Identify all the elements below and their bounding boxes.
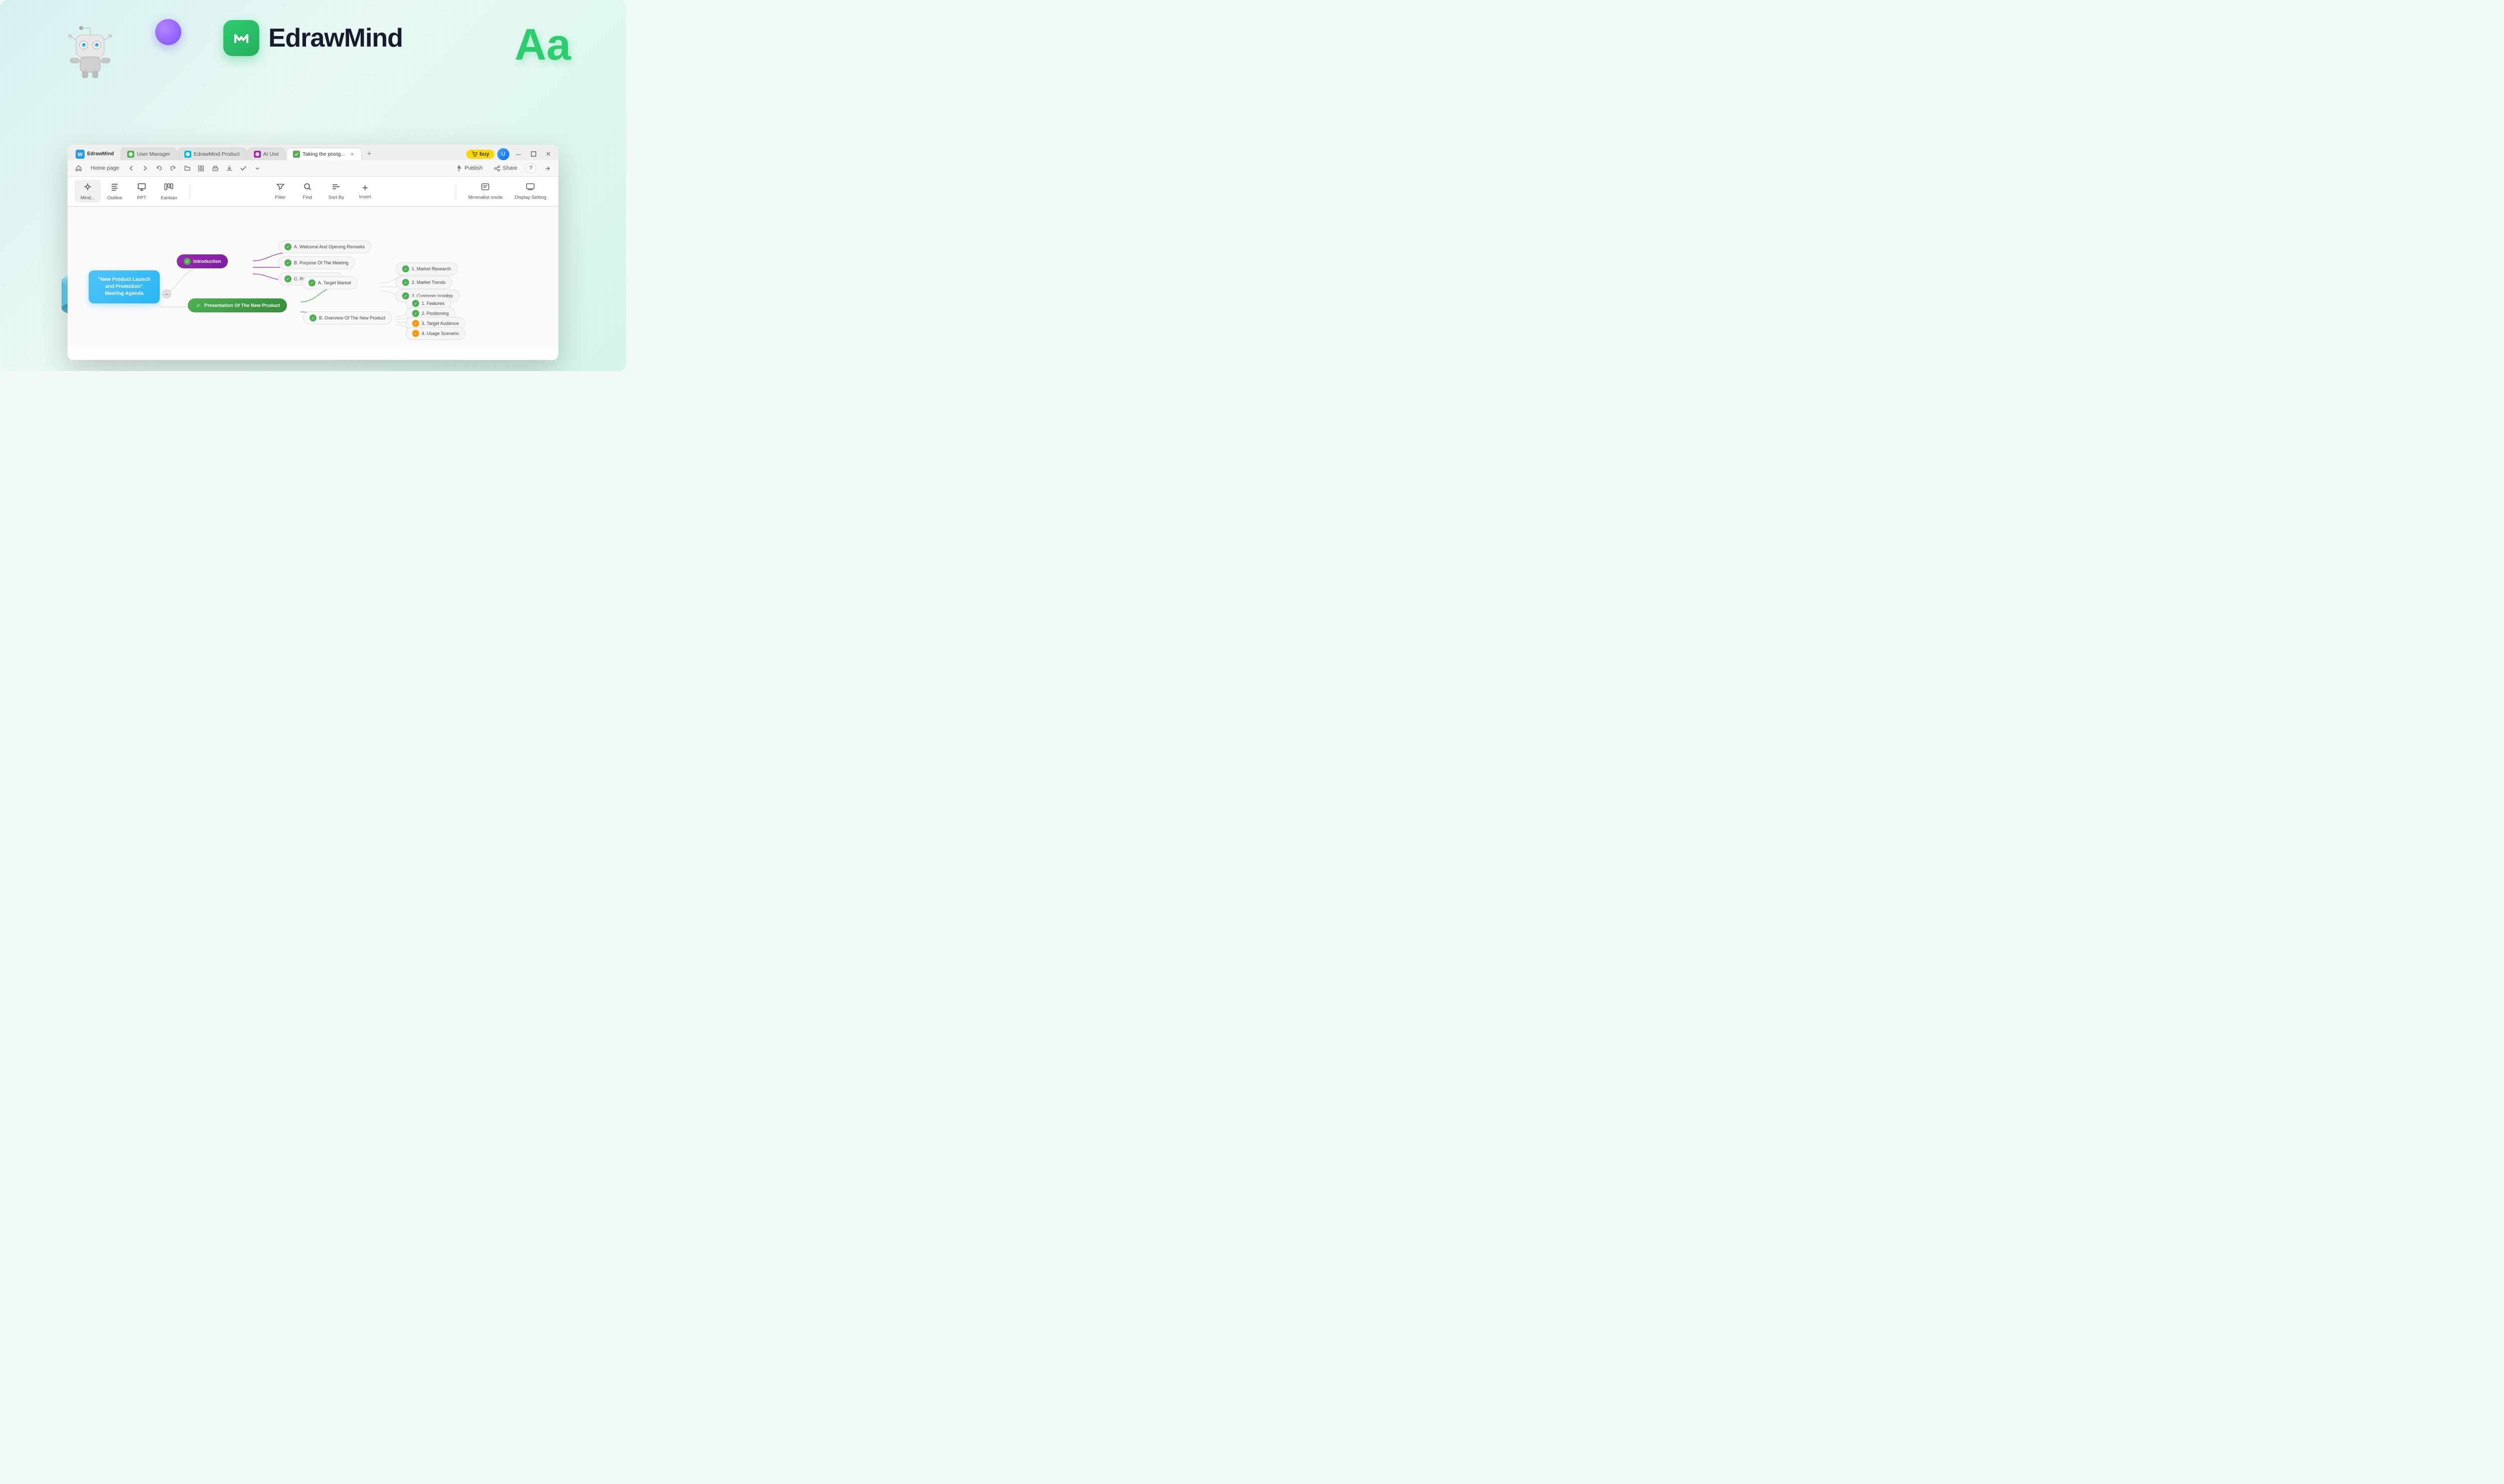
market-research-node[interactable]: ✓ 1. Market Research <box>396 262 458 275</box>
browser-chrome: W EdrawMind User Manager EdrawMind Produ… <box>68 145 558 207</box>
tab-taking-the-postg[interactable]: Taking the postg... ✕ <box>286 148 362 160</box>
toolbar-separator-1 <box>189 183 190 199</box>
target-market-node[interactable]: ✓ A. Target Market <box>302 276 358 289</box>
display-setting-icon <box>526 182 535 194</box>
redo-button[interactable] <box>167 162 179 174</box>
folder-button[interactable] <box>181 162 193 174</box>
brand-name: EdrawMind <box>87 151 114 157</box>
toolbar-center-actions: Filter Find Sort By <box>197 180 449 202</box>
new-tab-button[interactable]: + <box>363 148 375 160</box>
navigation-buttons: Home page <box>73 162 263 174</box>
home-icon[interactable] <box>73 162 85 174</box>
mindmap-icon <box>83 182 93 194</box>
target-check-icon: ✓ <box>308 279 316 286</box>
wondershare-brand: W EdrawMind <box>72 150 118 159</box>
central-expand-button[interactable]: – <box>162 289 171 298</box>
minimalist-mode-button[interactable]: Minimalist mode <box>463 180 508 202</box>
sort-by-button[interactable]: Sort By <box>323 180 350 202</box>
overview-check-icon: ✓ <box>309 314 317 321</box>
forward-button[interactable] <box>139 162 151 174</box>
toolbar: Mind... Outline PPT <box>68 177 558 206</box>
logo-area: EdrawMind <box>223 20 403 56</box>
purpose-check-icon: ✓ <box>284 259 291 266</box>
expand-button[interactable] <box>541 162 553 174</box>
features-check-icon: ✓ <box>412 300 419 307</box>
mresearch-check-icon: ✓ <box>402 265 409 272</box>
checkmark-button[interactable] <box>237 162 249 174</box>
taudience-check-icon: ✓ <box>412 320 419 327</box>
minimize-button[interactable]: ─ <box>512 148 524 160</box>
tab-ai-use[interactable]: AI Use <box>247 148 286 160</box>
home-page-button[interactable]: Home page <box>87 164 123 173</box>
kanban-icon <box>164 182 174 194</box>
user-avatar[interactable]: U <box>497 148 509 160</box>
buy-badge[interactable]: buy <box>466 150 494 159</box>
dropdown-arrow-button[interactable] <box>251 162 263 174</box>
print-button[interactable] <box>209 162 221 174</box>
publish-button[interactable]: Publish <box>453 164 486 173</box>
find-button[interactable]: Find <box>295 180 320 202</box>
ppt-icon <box>137 182 147 194</box>
mind-map-button[interactable]: Mind... <box>75 180 101 203</box>
insert-button[interactable]: + Insert <box>353 181 377 202</box>
edrawmind-logo-text: EdrawMind <box>268 23 403 53</box>
background-wrapper: Aa EdrawMind W EdrawMind <box>0 0 626 371</box>
introduction-node[interactable]: ✓ Introduction <box>177 254 228 268</box>
purple-sphere-decoration <box>155 19 181 45</box>
tab-bar: W EdrawMind User Manager EdrawMind Produ… <box>68 145 558 160</box>
filter-icon <box>276 182 285 194</box>
introduction-check-icon: ✓ <box>184 258 191 265</box>
export-button[interactable] <box>223 162 235 174</box>
toolbar-right-actions: Minimalist mode Display Setting <box>463 180 551 202</box>
display-setting-button[interactable]: Display Setting <box>510 180 551 202</box>
edrawmind-logo-icon <box>223 20 259 56</box>
overview-node[interactable]: ✓ B. Overview Of The New Product <box>303 311 392 324</box>
purpose-node[interactable]: ✓ B. Purpose Of The Meeting <box>278 256 355 269</box>
welcome-check-icon: ✓ <box>284 243 291 250</box>
sort-icon <box>332 182 341 194</box>
market-trends-node[interactable]: ✓ 2. Market Trends <box>396 276 452 289</box>
presentation-check-icon: ✓ <box>195 302 202 309</box>
kanban-button[interactable]: Kanban <box>156 180 182 203</box>
typography-decoration: Aa <box>515 23 571 67</box>
welcome-node[interactable]: ✓ A. Welcome And Opening Remarks <box>278 240 371 253</box>
close-button[interactable]: ✕ <box>542 148 554 160</box>
tab-user-manager-label: User Manager <box>137 151 170 157</box>
tab-ai-use-label: AI Use <box>263 151 279 157</box>
tab-edrawmind-product[interactable]: EdrawMind Product <box>178 148 246 160</box>
insert-icon: + <box>362 183 368 193</box>
tab-taking-label: Taking the postg... <box>302 151 345 157</box>
mindmap-canvas[interactable]: "New Product Launch and Promotion" Meeti… <box>68 207 558 348</box>
grid-button[interactable] <box>195 162 207 174</box>
canvas-fade-bottom <box>68 328 558 348</box>
browser-window: W EdrawMind User Manager EdrawMind Produ… <box>68 145 558 360</box>
mtrends-check-icon: ✓ <box>402 279 409 286</box>
review-check-icon: ✓ <box>284 275 291 282</box>
presentation-node[interactable]: ✓ Presentation Of The New Product <box>188 298 287 312</box>
usage-scenario-node[interactable]: ✓ 4. Usage Scenario <box>406 327 465 340</box>
ppt-button[interactable]: PPT <box>129 180 155 203</box>
address-bar-row: Home page <box>68 160 558 177</box>
uscenario-check-icon: ✓ <box>412 330 419 337</box>
outline-icon <box>110 182 120 194</box>
undo-button[interactable] <box>153 162 165 174</box>
tab-close-button[interactable]: ✕ <box>349 151 356 158</box>
view-mode-buttons: Mind... Outline PPT <box>75 180 182 203</box>
central-node[interactable]: "New Product Launch and Promotion" Meeti… <box>89 270 160 303</box>
help-button[interactable]: ? <box>525 163 536 174</box>
window-controls: buy U ─ ✕ <box>466 148 554 160</box>
tab-user-manager[interactable]: User Manager <box>121 148 177 160</box>
maximize-button[interactable] <box>527 148 539 160</box>
filter-button[interactable]: Filter <box>268 180 292 202</box>
svg-text:W: W <box>78 152 83 158</box>
tab-edrawmind-product-label: EdrawMind Product <box>194 151 240 157</box>
positioning-check-icon: ✓ <box>412 310 419 317</box>
minimalist-icon <box>481 182 490 194</box>
outline-button[interactable]: Outline <box>102 180 128 203</box>
find-icon <box>303 182 312 194</box>
nav-right-actions: Publish Share ? <box>453 162 553 174</box>
robot-decoration <box>65 24 115 79</box>
share-button[interactable]: Share <box>491 164 520 173</box>
back-button[interactable] <box>125 162 137 174</box>
